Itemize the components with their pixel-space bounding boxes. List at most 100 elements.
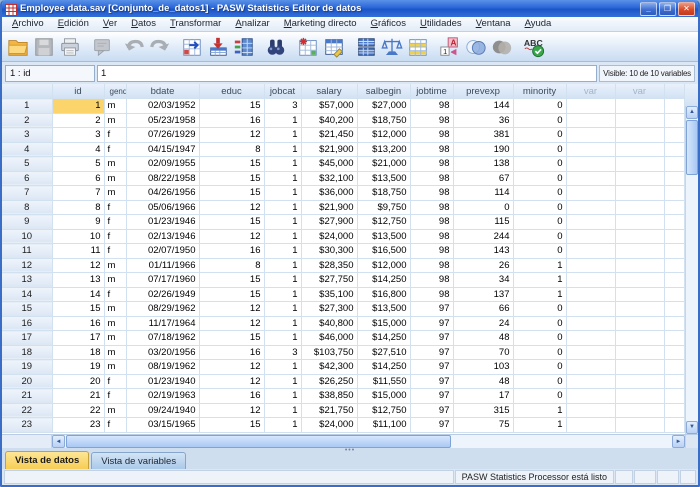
tab-vista-de-datos[interactable]: Vista de datos <box>5 451 89 469</box>
cell-salbegin[interactable]: $12,750 <box>357 215 410 230</box>
cell-var2[interactable] <box>615 171 664 186</box>
cell-jobtime[interactable]: 98 <box>410 229 453 244</box>
scroll-left-icon[interactable]: ◄ <box>52 435 65 448</box>
cell-gender[interactable]: m <box>104 316 126 331</box>
cell-bdate[interactable]: 02/13/1946 <box>126 229 199 244</box>
print-icon[interactable] <box>57 34 83 60</box>
row-number[interactable]: 14 <box>2 287 52 302</box>
corner-cell[interactable] <box>2 84 52 99</box>
cell-prevexp[interactable]: 17 <box>453 389 513 404</box>
column-header-prevexp[interactable]: prevexp <box>453 84 513 99</box>
row-number[interactable]: 1 <box>2 99 52 114</box>
menu-datos[interactable]: Datos <box>125 17 162 31</box>
cell-jobcat[interactable]: 1 <box>264 157 301 172</box>
cell-minority[interactable]: 1 <box>513 287 566 302</box>
cell-educ[interactable]: 12 <box>199 128 264 143</box>
cell-prevexp[interactable]: 26 <box>453 258 513 273</box>
row-number[interactable]: 21 <box>2 389 52 404</box>
cell-prevexp[interactable]: 315 <box>453 403 513 418</box>
cell-gender[interactable]: m <box>104 273 126 288</box>
cell-id[interactable]: 14 <box>52 287 104 302</box>
cell-minority[interactable]: 0 <box>513 171 566 186</box>
cell-bdate[interactable]: 03/15/1965 <box>126 418 199 433</box>
cell-jobcat[interactable]: 1 <box>264 418 301 433</box>
cell-prevexp[interactable]: 36 <box>453 113 513 128</box>
menu-ver[interactable]: Ver <box>97 17 123 31</box>
cell-prevexp[interactable]: 24 <box>453 316 513 331</box>
cell-jobtime[interactable]: 97 <box>410 360 453 375</box>
cell-bdate[interactable]: 02/07/1950 <box>126 244 199 259</box>
undo-icon[interactable] <box>121 34 147 60</box>
cell-var1[interactable] <box>566 418 615 433</box>
cell-var1[interactable] <box>566 360 615 375</box>
cell-jobtime[interactable]: 97 <box>410 345 453 360</box>
cell-jobcat[interactable]: 1 <box>264 374 301 389</box>
cell-gender[interactable]: m <box>104 403 126 418</box>
open-file-icon[interactable] <box>5 34 31 60</box>
cell-var1[interactable] <box>566 113 615 128</box>
cell-jobtime[interactable]: 97 <box>410 389 453 404</box>
cell-jobcat[interactable]: 1 <box>264 171 301 186</box>
cell-gender[interactable]: f <box>104 244 126 259</box>
cell-id[interactable]: 7 <box>52 186 104 201</box>
column-header-id[interactable]: id <box>52 84 104 99</box>
cell-jobtime[interactable]: 98 <box>410 171 453 186</box>
cell-editor-input[interactable] <box>97 65 597 82</box>
cell-salbegin[interactable]: $18,750 <box>357 186 410 201</box>
vertical-scroll-thumb[interactable] <box>686 120 698 175</box>
cell-jobcat[interactable]: 1 <box>264 331 301 346</box>
cell-id[interactable]: 12 <box>52 258 104 273</box>
column-header-gender[interactable]: gender <box>104 84 126 99</box>
cell-salary[interactable]: $21,450 <box>301 128 357 143</box>
cell-prevexp[interactable]: 138 <box>453 157 513 172</box>
cell-var2[interactable] <box>615 157 664 172</box>
cell-gender[interactable]: m <box>104 258 126 273</box>
cell-gender[interactable]: m <box>104 345 126 360</box>
cell-jobtime[interactable]: 98 <box>410 157 453 172</box>
cell-jobcat[interactable]: 1 <box>264 273 301 288</box>
cell-var2[interactable] <box>615 128 664 143</box>
cell-educ[interactable]: 12 <box>199 316 264 331</box>
cell-var2[interactable] <box>615 345 664 360</box>
cell-prevexp[interactable]: 0 <box>453 200 513 215</box>
cell-var1[interactable] <box>566 142 615 157</box>
cell-jobtime[interactable]: 98 <box>410 215 453 230</box>
cell-prevexp[interactable]: 190 <box>453 142 513 157</box>
cell-bdate[interactable]: 04/15/1947 <box>126 142 199 157</box>
cell-var2[interactable] <box>615 229 664 244</box>
cell-prevexp[interactable]: 143 <box>453 244 513 259</box>
cell-educ[interactable]: 15 <box>199 418 264 433</box>
menu-graficos[interactable]: Gráficos <box>365 17 412 31</box>
cell-salbegin[interactable]: $12,750 <box>357 403 410 418</box>
cell-salbegin[interactable]: $14,250 <box>357 331 410 346</box>
cell-id[interactable]: 18 <box>52 345 104 360</box>
show-all-variables-icon[interactable] <box>489 34 515 60</box>
cell-minority[interactable]: 0 <box>513 99 566 114</box>
cell-jobcat[interactable]: 1 <box>264 215 301 230</box>
cell-gender[interactable]: m <box>104 157 126 172</box>
cell-salbegin[interactable]: $15,000 <box>357 316 410 331</box>
cell-salbegin[interactable]: $13,500 <box>357 171 410 186</box>
cell-gender[interactable]: f <box>104 229 126 244</box>
cell-var1[interactable] <box>566 244 615 259</box>
cell-educ[interactable]: 15 <box>199 331 264 346</box>
row-number[interactable]: 2 <box>2 113 52 128</box>
cell-minority[interactable]: 0 <box>513 389 566 404</box>
cell-var1[interactable] <box>566 171 615 186</box>
cell-gender[interactable]: m <box>104 360 126 375</box>
cell-id[interactable]: 23 <box>52 418 104 433</box>
column-header-salary[interactable]: salary <box>301 84 357 99</box>
cell-educ[interactable]: 8 <box>199 258 264 273</box>
cell-prevexp[interactable]: 103 <box>453 360 513 375</box>
cell-minority[interactable]: 0 <box>513 244 566 259</box>
cell-var1[interactable] <box>566 200 615 215</box>
cell-salary[interactable]: $27,300 <box>301 302 357 317</box>
cell-educ[interactable]: 12 <box>199 360 264 375</box>
cell-minority[interactable]: 0 <box>513 345 566 360</box>
menu-ayuda[interactable]: Ayuda <box>519 17 558 31</box>
cell-minority[interactable]: 0 <box>513 331 566 346</box>
scroll-down-icon[interactable]: ▼ <box>686 421 698 434</box>
cell-gender[interactable]: m <box>104 171 126 186</box>
cell-id[interactable]: 22 <box>52 403 104 418</box>
cell-var1[interactable] <box>566 215 615 230</box>
